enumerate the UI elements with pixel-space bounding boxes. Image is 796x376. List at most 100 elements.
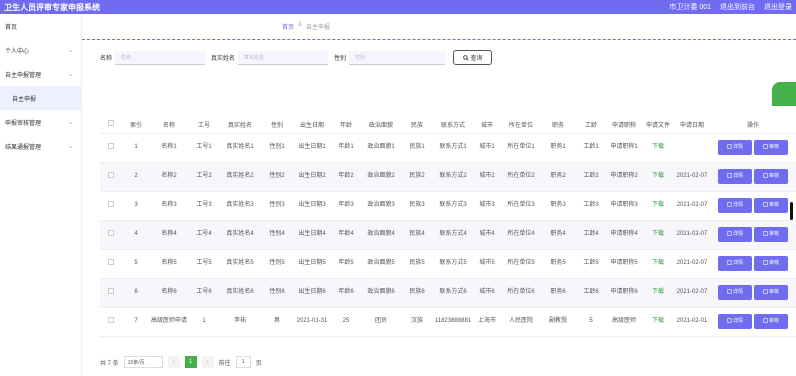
prev-page-button[interactable]: ‹ <box>167 356 180 368</box>
gender-placeholder: 性别 <box>355 54 366 61</box>
detail-button[interactable]: 详情 <box>718 198 752 213</box>
review-button[interactable]: 审核 <box>754 227 788 242</box>
page-size-select[interactable]: 10条/页 <box>123 356 163 368</box>
detail-button[interactable]: 详情 <box>718 140 752 155</box>
row-checkbox[interactable] <box>108 316 114 323</box>
sidebar-item-2[interactable]: 自主申报管理 ⌄ <box>0 62 81 86</box>
detail-button[interactable]: 详情 <box>718 169 752 184</box>
column-header: 出生日期 <box>294 116 330 134</box>
table-cell: 民族2 <box>400 162 434 192</box>
actions-cell: 详情 审核 <box>710 191 796 221</box>
review-button[interactable]: 审核 <box>754 198 788 213</box>
column-header: 操作 <box>710 116 796 134</box>
scrollbar[interactable] <box>790 202 793 220</box>
next-page-button[interactable]: › <box>201 356 214 368</box>
table-cell: 申请职称2 <box>606 162 642 192</box>
detail-button-label: 详情 <box>732 202 743 208</box>
name-input[interactable]: 名称 <box>115 50 206 65</box>
row-checkbox[interactable] <box>108 258 114 265</box>
sidebar-item-1[interactable]: 个人中心 ⌄ <box>0 38 81 62</box>
table-cell: 名称5 <box>150 249 188 279</box>
actions-cell: 详情 审核 <box>710 133 796 163</box>
table-cell: 联系方式3 <box>434 191 472 221</box>
download-link[interactable]: 下载 <box>652 260 664 266</box>
table-cell: 申请职称4 <box>606 220 642 250</box>
table-cell: 城市6 <box>472 278 502 308</box>
table-cell: 真实姓名6 <box>220 278 260 308</box>
table-cell: 2021-02-07 <box>674 162 710 192</box>
row-checkbox[interactable] <box>108 229 114 236</box>
download-link[interactable]: 下载 <box>652 318 664 324</box>
breadcrumb-current: 自主申报 <box>306 25 331 31</box>
gender-label: 性别 <box>334 56 347 62</box>
column-header: 政治面貌 <box>362 116 400 134</box>
table-cell: 真实姓名1 <box>220 133 260 163</box>
header-actions: 市卫计委 001 退出到前台 退出登录 <box>669 2 792 12</box>
table-cell: 1 <box>122 133 150 163</box>
table-cell: 城市3 <box>472 191 502 221</box>
table-cell: 城市4 <box>472 220 502 250</box>
floating-tab[interactable] <box>772 82 796 106</box>
realname-input[interactable]: 真实姓名 <box>238 50 329 65</box>
table-cell: 性别3 <box>260 191 294 221</box>
breadcrumb-home[interactable]: 首页 <box>282 22 294 31</box>
back-to-frontend-link[interactable]: 退出到前台 <box>720 2 755 12</box>
row-checkbox[interactable] <box>108 287 114 294</box>
row-checkbox[interactable] <box>108 171 114 178</box>
review-button[interactable]: 审核 <box>754 285 788 300</box>
row-checkbox[interactable] <box>108 142 114 149</box>
document-icon <box>763 201 768 210</box>
detail-button[interactable]: 详情 <box>718 227 752 242</box>
user-name: 市卫计委 001 <box>669 4 711 11</box>
sidebar-item-label: 结果通报管理 <box>5 144 42 151</box>
table-cell: 所在单位6 <box>502 278 540 308</box>
table-cell: 团员 <box>362 307 400 337</box>
actions-cell: 详情 审核 <box>710 249 796 279</box>
table-cell: 2021-02-07 <box>674 191 710 221</box>
detail-button[interactable]: 详情 <box>718 285 752 300</box>
column-header: 职务 <box>540 116 576 134</box>
table-cell: 3 <box>122 191 150 221</box>
review-button-label: 审核 <box>768 231 779 237</box>
row-select-cell <box>100 278 122 308</box>
sidebar-item-4[interactable]: 申报审核管理 ⌄ <box>0 110 81 134</box>
page-1-button[interactable]: 1 <box>184 356 197 368</box>
gender-input[interactable]: 性别 <box>349 50 446 65</box>
download-link[interactable]: 下载 <box>652 289 664 295</box>
table-cell: 名称3 <box>150 191 188 221</box>
download-link[interactable]: 下载 <box>652 144 664 150</box>
review-button[interactable]: 审核 <box>754 169 788 184</box>
table-cell: 民族5 <box>400 249 434 279</box>
sidebar-item-3[interactable]: 自主申报 <box>0 86 81 110</box>
download-link[interactable]: 下载 <box>652 173 664 179</box>
review-button[interactable]: 审核 <box>754 314 788 329</box>
sidebar-item-0[interactable]: 首页 <box>0 14 81 38</box>
select-all-checkbox[interactable] <box>108 120 114 127</box>
review-button-label: 审核 <box>768 202 779 208</box>
review-button-label: 审核 <box>768 318 779 324</box>
table-cell: 城市5 <box>472 249 502 279</box>
review-button[interactable]: 审核 <box>754 140 788 155</box>
download-link[interactable]: 下载 <box>652 202 664 208</box>
table-cell: 汉族 <box>400 307 434 337</box>
detail-button[interactable]: 详情 <box>718 314 752 329</box>
table-body: 1 名称1 工号1 真实姓名1 性别1 出生日期1 年龄1 政治面貌1 民族1 联系方式1 城市1 所… <box>100 133 796 337</box>
table-cell: 城市1 <box>472 133 502 163</box>
table-cell: 所在单位1 <box>502 133 540 163</box>
detail-button[interactable]: 详情 <box>718 256 752 271</box>
divider <box>82 39 796 40</box>
search-button[interactable]: 查询 <box>453 50 493 65</box>
row-checkbox[interactable] <box>108 200 114 207</box>
download-link[interactable]: 下载 <box>652 231 664 237</box>
table-cell: 2021-02-01 <box>674 307 710 337</box>
logout-link[interactable]: 退出登录 <box>764 2 792 12</box>
column-header: 名称 <box>150 116 188 134</box>
document-icon <box>763 230 768 239</box>
table-cell: 下载 <box>642 162 674 192</box>
goto-value: 1 <box>241 359 245 365</box>
goto-input[interactable]: 1 <box>235 356 251 368</box>
column-header: 工号 <box>188 116 220 134</box>
document-icon <box>727 288 732 297</box>
sidebar-item-5[interactable]: 结果通报管理 ⌄ <box>0 134 81 158</box>
review-button[interactable]: 审核 <box>754 256 788 271</box>
